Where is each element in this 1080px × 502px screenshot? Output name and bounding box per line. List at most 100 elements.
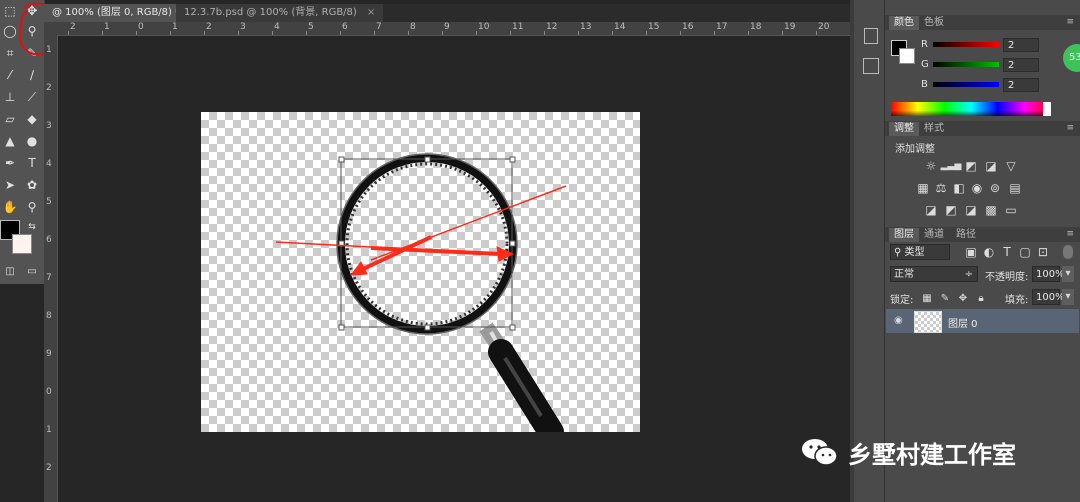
filter-pixel-icon[interactable]: ▣ xyxy=(965,245,977,259)
layer-filter-select[interactable]: ⚲ 类型 xyxy=(890,244,950,260)
layer-row[interactable]: ◉ 图层 0 xyxy=(886,309,1079,333)
tab-paths[interactable]: 路径 xyxy=(951,228,981,242)
filter-toggle[interactable] xyxy=(1063,245,1073,259)
exposure-icon[interactable]: ◪ xyxy=(985,159,997,173)
tab-styles[interactable]: 样式 xyxy=(919,122,949,136)
ruler-h-tick xyxy=(272,31,273,35)
ruler-v-label: 7 xyxy=(46,273,52,283)
color-bg-swatch[interactable] xyxy=(899,48,915,64)
quick-mask-icon[interactable]: ◫ xyxy=(0,262,20,280)
screen-mode-icon[interactable]: ▭ xyxy=(22,262,42,280)
tab-active-label: @ 100% (图层 0, RGB/8) * xyxy=(52,7,181,18)
dodge-icon[interactable]: ● xyxy=(22,132,42,150)
path-select-icon[interactable]: ➤ xyxy=(0,176,20,194)
performance-badge: 53 xyxy=(1063,44,1080,72)
posterize-icon[interactable]: ◩ xyxy=(945,203,957,217)
layer-thumbnail xyxy=(914,311,942,333)
blend-mode-select[interactable]: 正常 ÷ xyxy=(890,266,978,282)
ruler-v-label: 2 xyxy=(46,463,52,473)
levels-icon[interactable]: ▂▃▅ xyxy=(941,160,962,172)
document-tab-bar: @ 100% (图层 0, RGB/8) * 12.3.7b.psd @ 100… xyxy=(44,4,850,22)
channel-r-label: R xyxy=(921,39,928,50)
filter-text-icon[interactable]: T xyxy=(1001,245,1013,259)
panel-menu-icon[interactable]: ≡ xyxy=(1066,229,1074,239)
threshold-icon[interactable]: ◪ xyxy=(965,203,977,217)
filter-adjustment-icon[interactable]: ◐ xyxy=(983,245,995,259)
ruler-h-label: 15 xyxy=(648,22,660,32)
blur-icon[interactable]: ▲ xyxy=(0,132,20,150)
text-icon[interactable]: T xyxy=(22,154,42,172)
pen-icon[interactable]: ✒ xyxy=(0,154,20,172)
background-color-swatch[interactable] xyxy=(12,234,32,254)
channel-mixer-icon[interactable]: ⊚ xyxy=(989,181,1001,195)
tab-channels[interactable]: 通道 xyxy=(919,228,949,242)
vibrance-icon[interactable]: ▽ xyxy=(1005,159,1017,173)
stamp-icon[interactable]: ⊥ xyxy=(0,88,20,106)
ruler-h-tick xyxy=(442,31,443,35)
channel-r-slider[interactable] xyxy=(933,42,999,47)
vertical-ruler: 1 2 3 4 5 6 7 8 9 0 1 2 xyxy=(44,35,58,502)
history-brush-icon[interactable]: ⟋ xyxy=(22,88,42,106)
ruler-h-label: 19 xyxy=(784,22,796,32)
tab-layers[interactable]: 图层 xyxy=(889,228,919,242)
hue-saturation-icon[interactable]: ▦ xyxy=(917,181,929,195)
ruler-h-tick xyxy=(476,31,477,35)
lock-transparent-icon[interactable]: ▦ xyxy=(921,292,933,304)
ruler-h-tick xyxy=(782,31,783,35)
photo-filter-icon[interactable]: ◉ xyxy=(971,181,983,195)
channel-g-value[interactable]: 2 xyxy=(1003,58,1039,72)
channel-r-value[interactable]: 2 xyxy=(1003,38,1039,52)
channel-g-label: G xyxy=(921,59,929,70)
layer-filter-label: 类型 xyxy=(904,247,925,258)
gradient-icon[interactable]: ◆ xyxy=(22,110,42,128)
eraser-icon[interactable]: ▱ xyxy=(0,110,20,128)
opacity-dropdown-icon[interactable]: ▾ xyxy=(1062,266,1074,282)
channel-b-value[interactable]: 2 xyxy=(1003,78,1039,92)
channel-b-slider[interactable] xyxy=(933,82,999,87)
tab-active-document[interactable]: @ 100% (图层 0, RGB/8) * xyxy=(44,4,189,22)
ruler-v-label: 1 xyxy=(46,45,52,55)
blend-mode-value: 正常 xyxy=(894,269,914,280)
visibility-eye-icon[interactable]: ◉ xyxy=(894,315,903,326)
tab-swatches[interactable]: 色板 xyxy=(919,16,949,30)
filter-smart-icon[interactable]: ⊡ xyxy=(1037,245,1049,259)
ruler-h-tick xyxy=(170,31,171,35)
panel-menu-icon[interactable]: ≡ xyxy=(1066,17,1074,27)
lock-position-icon[interactable]: ✥ xyxy=(957,292,969,304)
tab-inactive-document[interactable]: 12.3.7b.psd @ 100% (背景, RGB/8) × xyxy=(176,4,384,22)
fill-dropdown-icon[interactable]: ▾ xyxy=(1062,289,1074,305)
opacity-input[interactable]: 100% xyxy=(1032,266,1065,282)
properties-panel-icon[interactable] xyxy=(863,58,879,74)
fill-input[interactable]: 100% xyxy=(1032,289,1065,305)
ruler-v-label: 0 xyxy=(46,387,52,397)
hand-icon[interactable]: ✋ xyxy=(0,198,20,216)
gradient-map-icon[interactable]: ▩ xyxy=(985,203,997,217)
white-swatch[interactable] xyxy=(1043,102,1051,116)
color-lookup-icon[interactable]: ▤ xyxy=(1009,181,1021,195)
lock-pixels-icon[interactable]: ✎ xyxy=(939,292,951,304)
history-panel-icon[interactable] xyxy=(864,28,878,44)
document-canvas[interactable] xyxy=(201,112,640,432)
filter-shape-icon[interactable]: ▢ xyxy=(1019,245,1031,259)
shape-icon[interactable]: ✿ xyxy=(22,176,42,194)
ruler-h-label: 4 xyxy=(274,22,280,32)
invert-icon[interactable]: ◪ xyxy=(925,203,937,217)
channel-b-label: B xyxy=(921,79,928,90)
tab-adjustments[interactable]: 调整 xyxy=(889,122,919,136)
brush-icon[interactable]: ∕ xyxy=(22,66,42,84)
brightness-icon[interactable]: ☼ xyxy=(925,159,937,173)
panel-menu-icon[interactable]: ≡ xyxy=(1066,123,1074,133)
lock-all-icon[interactable]: 🔒︎ xyxy=(975,292,987,304)
selective-color-icon[interactable]: ▭ xyxy=(1005,203,1017,217)
ruler-h-label: 2 xyxy=(70,22,76,32)
zoom-icon[interactable]: ⚲ xyxy=(22,198,42,216)
color-spectrum-bar[interactable] xyxy=(891,102,1051,116)
black-white-icon[interactable]: ◧ xyxy=(953,181,965,195)
curves-icon[interactable]: ◩ xyxy=(965,159,977,173)
close-icon[interactable]: × xyxy=(367,7,375,18)
channel-g-slider[interactable] xyxy=(933,62,999,67)
color-balance-icon[interactable]: ⚖ xyxy=(935,181,947,195)
eyedropper-icon[interactable]: ⁄ xyxy=(0,66,20,84)
magnifier-image xyxy=(275,153,567,432)
tab-color[interactable]: 颜色 xyxy=(889,16,919,30)
